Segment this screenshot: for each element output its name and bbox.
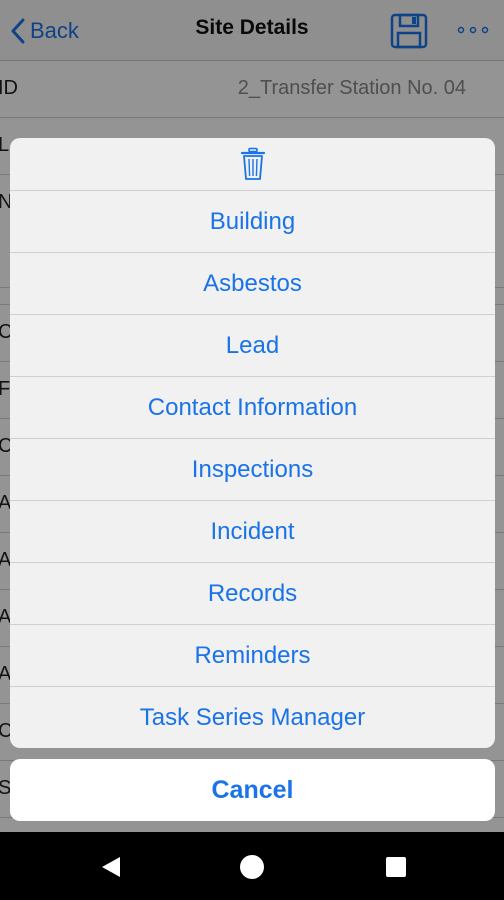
back-triangle-icon bbox=[102, 857, 120, 877]
system-home-button[interactable] bbox=[237, 852, 267, 882]
system-back-button[interactable] bbox=[96, 852, 126, 882]
home-circle-icon bbox=[240, 855, 264, 879]
recents-square-icon bbox=[386, 857, 406, 877]
action-sheet: Building Asbestos Lead Contact Informati… bbox=[10, 138, 495, 748]
action-task-series-manager[interactable]: Task Series Manager bbox=[10, 687, 495, 748]
action-records[interactable]: Records bbox=[10, 563, 495, 625]
action-reminders[interactable]: Reminders bbox=[10, 625, 495, 687]
system-navigation-bar bbox=[0, 832, 504, 900]
action-lead[interactable]: Lead bbox=[10, 315, 495, 377]
trash-icon bbox=[240, 147, 265, 180]
action-building[interactable]: Building bbox=[10, 191, 495, 253]
action-inspections[interactable]: Inspections bbox=[10, 439, 495, 501]
action-asbestos[interactable]: Asbestos bbox=[10, 253, 495, 315]
delete-button[interactable] bbox=[10, 138, 495, 191]
system-recents-button[interactable] bbox=[381, 852, 411, 882]
action-incident[interactable]: Incident bbox=[10, 501, 495, 563]
action-contact-information[interactable]: Contact Information bbox=[10, 377, 495, 439]
cancel-button[interactable]: Cancel bbox=[10, 759, 495, 821]
